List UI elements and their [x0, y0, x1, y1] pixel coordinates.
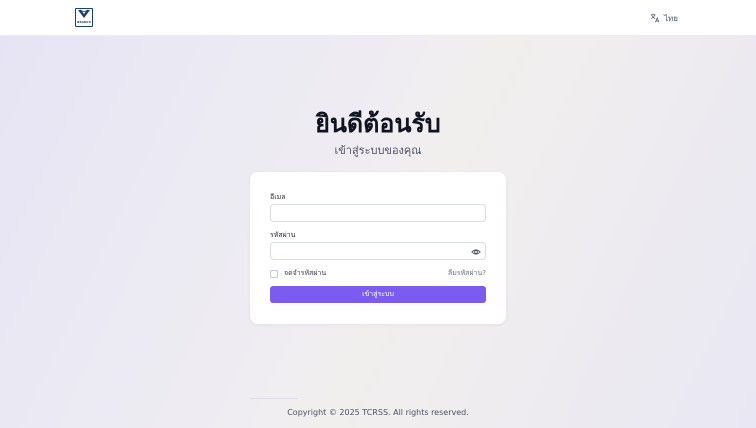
footer-copyright: Copyright © 2025 TCRSS. All rights reser…	[287, 408, 469, 417]
forgot-password-link[interactable]: ลืมรหัสผ่าน?	[448, 268, 486, 279]
email-field-wrapper	[270, 204, 486, 226]
password-label: รหัสผ่าน	[270, 231, 296, 239]
brand-logo[interactable]: BZGNCS	[75, 8, 93, 27]
top-navbar: BZGNCS ไทย	[0, 0, 756, 36]
page-subtitle: เข้าสู่ระบบของคุณ	[334, 144, 422, 157]
email-label: อีเมล	[270, 193, 286, 201]
page-title: ยินดีต้อนรับ	[315, 109, 441, 138]
translate-icon	[650, 13, 660, 23]
login-card: อีเมล รหัสผ่าน จดจำรหัสผ่าน ลืมรหัสผ่าน?…	[250, 172, 506, 324]
language-switcher[interactable]: ไทย	[650, 11, 678, 25]
logo-text: BZGNCS	[77, 20, 91, 24]
remember-checkbox[interactable]	[270, 269, 278, 278]
password-field-wrapper	[270, 242, 486, 264]
password-field[interactable]	[271, 247, 485, 264]
eye-icon[interactable]	[471, 247, 481, 257]
footer-divider	[250, 398, 298, 399]
remember-label: จดจำรหัสผ่าน	[284, 269, 327, 277]
language-label: ไทย	[664, 13, 678, 23]
login-button[interactable]: เข้าสู่ระบบ	[270, 286, 486, 303]
remember-me[interactable]: จดจำรหัสผ่าน	[270, 268, 326, 279]
email-field[interactable]	[271, 209, 485, 226]
